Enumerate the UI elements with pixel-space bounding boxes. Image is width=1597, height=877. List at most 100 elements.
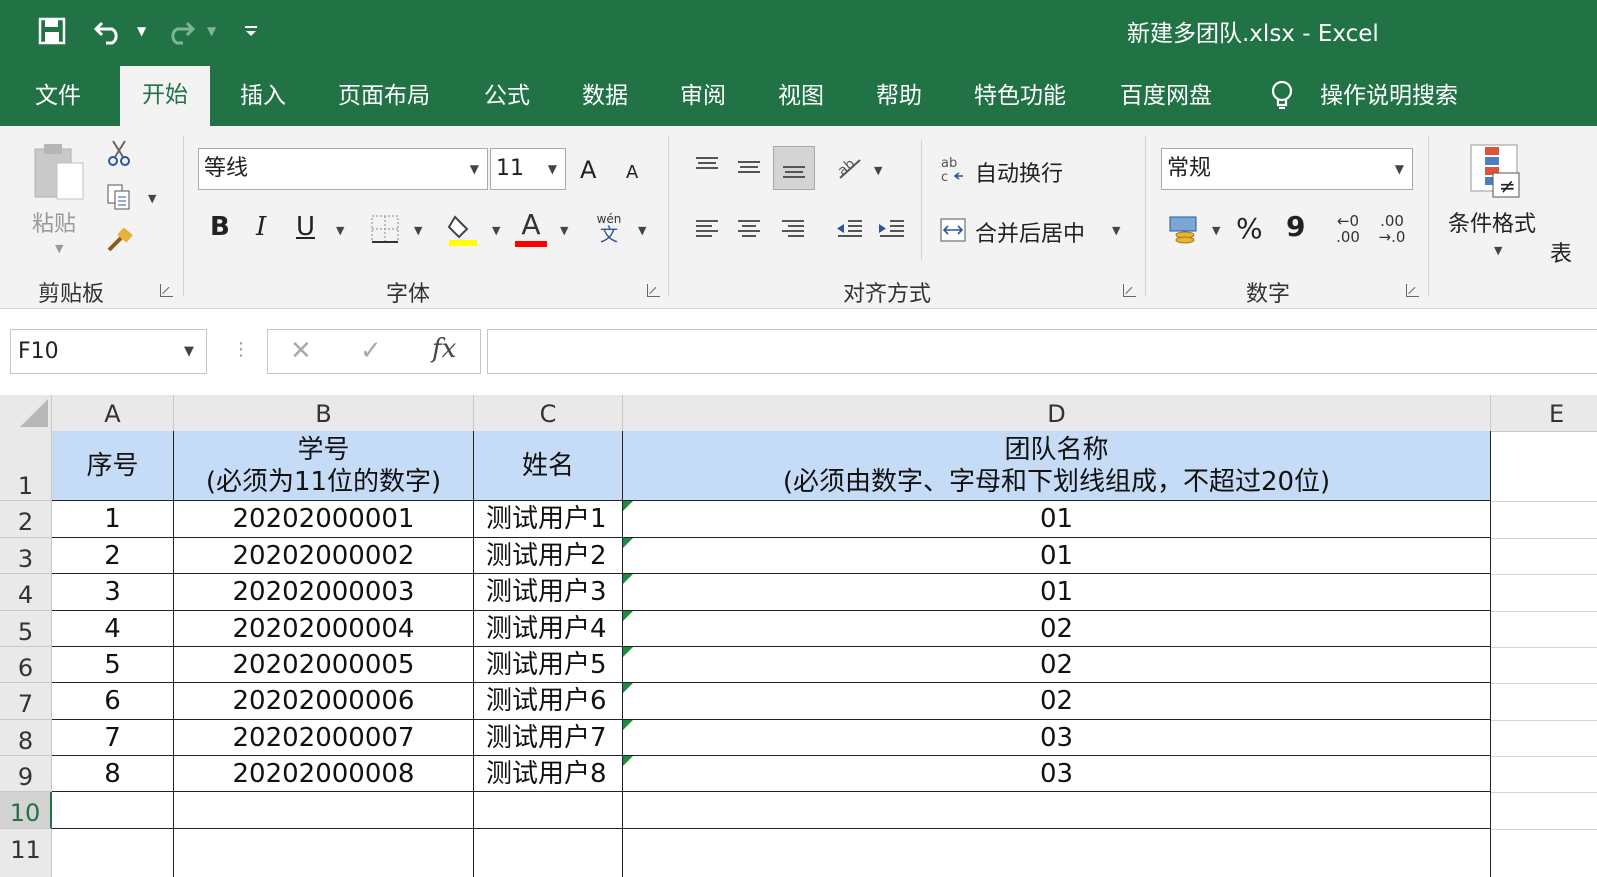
shrink-font-button[interactable]: A (626, 162, 638, 183)
cell-a9[interactable]: 8 (52, 756, 174, 792)
cell-a7[interactable]: 6 (52, 683, 174, 720)
decrease-decimal-icon[interactable]: .00 →.0 (1374, 210, 1410, 248)
cell-a8[interactable]: 7 (52, 720, 174, 756)
font-size-box[interactable]: 11 ▼ (490, 148, 566, 190)
tab-special-features[interactable]: 特色功能 (974, 78, 1066, 114)
select-all-button[interactable] (0, 395, 52, 431)
percent-style-button[interactable]: % (1236, 212, 1263, 245)
cancel-icon[interactable]: ✕ (290, 336, 312, 366)
save-icon[interactable] (35, 14, 69, 48)
number-launcher-icon[interactable] (1406, 284, 1419, 297)
row-header-3[interactable]: 3 (0, 538, 52, 574)
orientation-icon[interactable]: ab (832, 150, 866, 184)
tab-data[interactable]: 数据 (582, 78, 628, 114)
grow-font-button[interactable]: A (580, 156, 596, 184)
drag-handle-icon[interactable]: ⋮ (232, 339, 250, 360)
error-indicator-icon[interactable] (623, 683, 633, 693)
row-header-10[interactable]: 10 (0, 792, 52, 829)
cell-c1[interactable]: 姓名 (474, 431, 623, 501)
chevron-down-icon[interactable]: ▼ (184, 330, 194, 373)
align-top-icon[interactable] (690, 150, 724, 184)
align-bottom-icon[interactable] (773, 146, 815, 190)
cell-d1[interactable]: 团队名称 (必须由数字、字母和下划线组成，不超过20位) (623, 431, 1491, 501)
row-header-8[interactable]: 8 (0, 720, 52, 756)
align-center-icon[interactable] (732, 212, 766, 246)
cell-b10[interactable] (174, 792, 474, 829)
column-header-c[interactable]: C (474, 395, 623, 431)
error-indicator-icon[interactable] (623, 647, 633, 657)
cell-d10[interactable] (623, 792, 1491, 829)
clipboard-launcher-icon[interactable] (160, 284, 173, 297)
name-box[interactable]: F10 ▼ (10, 329, 207, 374)
number-format-box[interactable]: 常规 ▼ (1161, 148, 1413, 190)
cell-a3[interactable]: 2 (52, 538, 174, 574)
tab-page-layout[interactable]: 页面布局 (338, 78, 430, 114)
tab-formulas[interactable]: 公式 (484, 78, 530, 114)
cell-a2[interactable]: 1 (52, 501, 174, 538)
alignment-launcher-icon[interactable] (1123, 284, 1136, 297)
chevron-down-icon[interactable]: ▼ (470, 149, 479, 189)
cell-b4[interactable]: 20202000003 (174, 574, 474, 611)
chevron-down-icon[interactable]: ▼ (548, 149, 557, 189)
underline-dropdown-icon[interactable]: ▼ (336, 224, 344, 237)
format-as-table-partial[interactable]: 表 (1550, 236, 1572, 268)
tell-me-search[interactable]: 操作说明搜索 (1320, 78, 1458, 114)
accounting-dropdown-icon[interactable]: ▼ (1212, 224, 1220, 237)
error-indicator-icon[interactable] (623, 756, 633, 766)
align-left-icon[interactable] (690, 212, 724, 246)
chevron-down-icon[interactable]: ▼ (1395, 149, 1404, 189)
cell-c4[interactable]: 测试用户3 (474, 574, 623, 611)
fill-color-dropdown-icon[interactable]: ▼ (492, 224, 500, 237)
font-launcher-icon[interactable] (647, 284, 660, 297)
cell-c5[interactable]: 测试用户4 (474, 611, 623, 647)
cell-b6[interactable]: 20202000005 (174, 647, 474, 683)
wrap-text-icon[interactable]: ab c (938, 152, 968, 186)
cell-c10[interactable] (474, 792, 623, 829)
cell-a5[interactable]: 4 (52, 611, 174, 647)
redo-icon[interactable] (163, 14, 197, 48)
cell-b9[interactable]: 20202000008 (174, 756, 474, 792)
insert-function-icon[interactable]: fx (432, 334, 456, 364)
row-header-2[interactable]: 2 (0, 501, 52, 538)
cell-c11[interactable] (474, 829, 623, 877)
bold-button[interactable]: B (210, 212, 230, 242)
format-painter-icon[interactable] (104, 226, 134, 256)
underline-button[interactable]: U (296, 212, 315, 242)
cell-b3[interactable]: 20202000002 (174, 538, 474, 574)
cell-b11[interactable] (174, 829, 474, 877)
paste-label[interactable]: 粘贴 (32, 206, 76, 238)
row-header-9[interactable]: 9 (0, 756, 52, 792)
borders-icon[interactable] (368, 212, 402, 246)
cell-d3[interactable]: 01 (623, 538, 1491, 574)
row-header-1[interactable]: 1 (0, 431, 52, 501)
cell-c8[interactable]: 测试用户7 (474, 720, 623, 756)
tab-file[interactable]: 文件 (35, 78, 81, 114)
cell-b8[interactable]: 20202000007 (174, 720, 474, 756)
cell-a6[interactable]: 5 (52, 647, 174, 683)
row-header-6[interactable]: 6 (0, 647, 52, 683)
comma-style-button[interactable]: 9 (1286, 210, 1305, 243)
error-indicator-icon[interactable] (623, 501, 633, 511)
cell-b5[interactable]: 20202000004 (174, 611, 474, 647)
conditional-formatting-button[interactable]: 条件格式 (1448, 206, 1536, 238)
error-indicator-icon[interactable] (623, 720, 633, 730)
cell-b7[interactable]: 20202000006 (174, 683, 474, 720)
cell-c7[interactable]: 测试用户6 (474, 683, 623, 720)
increase-decimal-icon[interactable]: ←0 .00 (1330, 210, 1366, 248)
row-header-4[interactable]: 4 (0, 574, 52, 611)
fill-color-icon[interactable] (446, 210, 480, 248)
font-name-box[interactable]: 等线 ▼ (198, 148, 488, 190)
wrap-text-button[interactable]: 自动换行 (975, 156, 1063, 188)
cell-a10[interactable] (52, 792, 174, 829)
cell-c3[interactable]: 测试用户2 (474, 538, 623, 574)
tab-insert[interactable]: 插入 (240, 78, 286, 114)
tab-view[interactable]: 视图 (778, 78, 824, 114)
tab-baidu-netdisk[interactable]: 百度网盘 (1120, 78, 1212, 114)
formula-input[interactable] (487, 329, 1597, 374)
align-middle-icon[interactable] (732, 150, 766, 184)
enter-icon[interactable]: ✓ (360, 336, 382, 366)
phonetic-icon[interactable]: wén 文 (592, 210, 626, 248)
tab-home[interactable]: 开始 (120, 66, 210, 126)
error-indicator-icon[interactable] (623, 611, 633, 621)
column-header-a[interactable]: A (52, 395, 174, 431)
